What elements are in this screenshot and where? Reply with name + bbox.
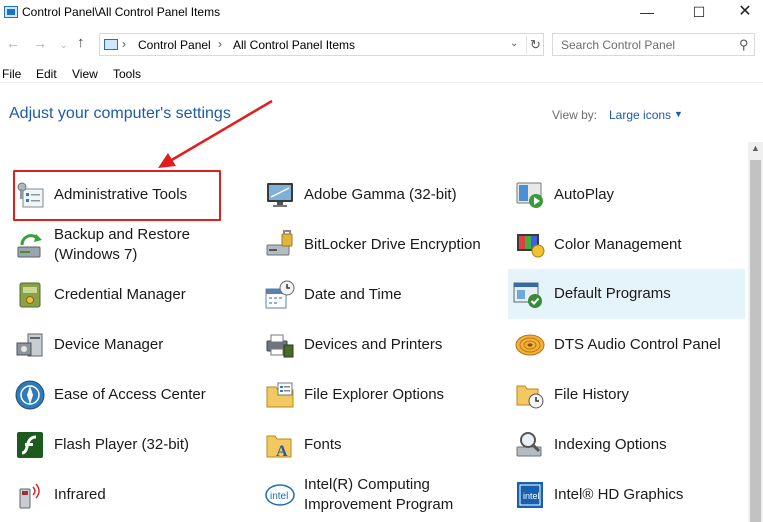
item-label: Intel® HD Graphics bbox=[554, 486, 684, 503]
item-device-manager[interactable]: Device Manager bbox=[12, 323, 252, 367]
credential-manager-icon bbox=[19, 282, 41, 308]
adobe-gamma-icon bbox=[267, 183, 293, 207]
item-label: Flash Player (32-bit) bbox=[54, 436, 190, 453]
item-label: Adobe Gamma (32-bit) bbox=[304, 186, 457, 203]
item-label: Ease of Access Center bbox=[54, 386, 206, 403]
item-intel-computing[interactable]: intel Intel(R) Computing Improvement Prog… bbox=[262, 473, 502, 517]
item-label-line2: (Windows 7) bbox=[54, 246, 138, 263]
item-autoplay[interactable]: AutoPlay bbox=[512, 173, 745, 217]
item-file-history[interactable]: File History bbox=[512, 373, 745, 417]
file-explorer-options-icon bbox=[266, 382, 294, 408]
item-ease-of-access[interactable]: Ease of Access Center bbox=[12, 373, 252, 417]
item-label: Device Manager bbox=[54, 336, 164, 353]
svg-text:A: A bbox=[276, 443, 288, 460]
item-backup-restore[interactable]: Backup and Restore (Windows 7) bbox=[12, 223, 252, 267]
item-label: File History bbox=[554, 386, 630, 403]
item-label: DTS Audio Control Panel bbox=[554, 336, 721, 353]
item-label: Default Programs bbox=[554, 285, 671, 302]
item-label: Credential Manager bbox=[54, 286, 186, 303]
item-label: Devices and Printers bbox=[304, 336, 443, 353]
item-date-time[interactable]: Date and Time bbox=[262, 273, 502, 317]
device-manager-icon bbox=[16, 333, 43, 357]
infrared-icon bbox=[19, 483, 40, 509]
item-label-line1: Intel(R) Computing bbox=[304, 476, 430, 493]
svg-text:intel: intel bbox=[270, 491, 288, 502]
scrollbar-thumb[interactable] bbox=[750, 160, 761, 522]
item-label: BitLocker Drive Encryption bbox=[304, 236, 481, 253]
item-flash-player[interactable]: Flash Player (32-bit) bbox=[12, 423, 252, 467]
bitlocker-icon bbox=[266, 230, 293, 256]
devices-printers-icon bbox=[266, 334, 294, 358]
file-history-icon bbox=[516, 385, 544, 409]
item-label: Color Management bbox=[554, 236, 682, 253]
item-credential-manager[interactable]: Credential Manager bbox=[12, 273, 252, 317]
scroll-up-arrow-icon[interactable]: ▲ bbox=[751, 143, 760, 153]
item-label: Infrared bbox=[54, 486, 106, 503]
item-indexing-options[interactable]: Indexing Options bbox=[512, 423, 745, 467]
item-adobe-gamma[interactable]: Adobe Gamma (32-bit) bbox=[262, 173, 502, 217]
intel-computing-icon: intel bbox=[265, 484, 295, 506]
item-fonts[interactable]: A Fonts bbox=[262, 423, 502, 467]
svg-text:intel: intel bbox=[523, 491, 540, 501]
item-default-programs[interactable]: Default Programs bbox=[508, 269, 745, 319]
vertical-scrollbar[interactable]: ▲ bbox=[748, 142, 763, 522]
item-infrared[interactable]: Infrared bbox=[12, 473, 252, 517]
item-label: Fonts bbox=[304, 436, 342, 453]
item-label: Indexing Options bbox=[554, 436, 667, 453]
date-time-icon bbox=[265, 280, 295, 309]
item-label: Date and Time bbox=[304, 286, 402, 303]
item-label: Intel(R) Computing Improvement Program bbox=[304, 475, 453, 515]
item-intel-hd-graphics[interactable]: intel Intel® HD Graphics bbox=[512, 473, 745, 517]
item-label: File Explorer Options bbox=[304, 386, 445, 403]
item-label: Backup and Restore (Windows 7) bbox=[54, 225, 190, 265]
highlight-callout-box bbox=[13, 170, 221, 221]
dts-audio-icon bbox=[515, 334, 545, 356]
item-label-line1: Backup and Restore bbox=[54, 226, 190, 243]
flash-player-icon bbox=[17, 432, 43, 458]
backup-restore-icon bbox=[17, 234, 42, 258]
item-label-line2: Improvement Program bbox=[304, 496, 454, 513]
item-color-management[interactable]: Color Management bbox=[512, 223, 745, 267]
item-dts-audio[interactable]: DTS Audio Control Panel bbox=[512, 323, 745, 367]
fonts-icon: A bbox=[266, 435, 292, 460]
indexing-options-icon bbox=[516, 432, 542, 457]
intel-hd-graphics-icon: intel bbox=[517, 482, 543, 508]
item-file-explorer-options[interactable]: File Explorer Options bbox=[262, 373, 502, 417]
item-label: AutoPlay bbox=[554, 186, 615, 203]
color-management-icon bbox=[517, 234, 545, 258]
item-devices-printers[interactable]: Devices and Printers bbox=[262, 323, 502, 367]
autoplay-icon bbox=[516, 182, 543, 208]
default-programs-icon bbox=[513, 282, 542, 308]
item-bitlocker[interactable]: BitLocker Drive Encryption bbox=[262, 223, 502, 267]
ease-of-access-icon bbox=[15, 380, 45, 410]
